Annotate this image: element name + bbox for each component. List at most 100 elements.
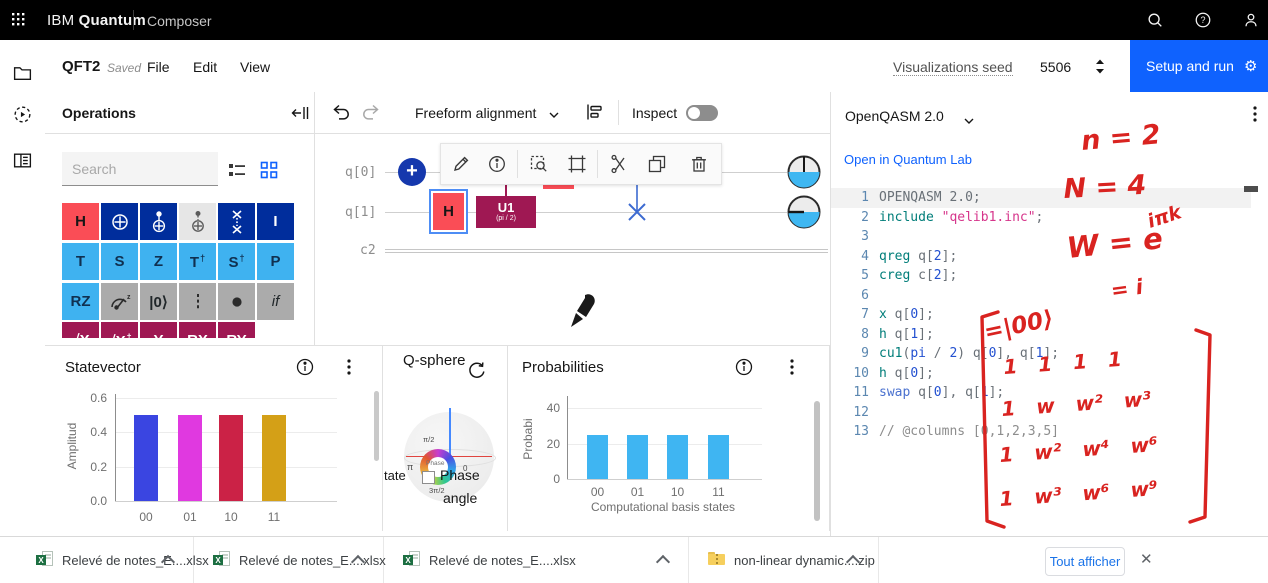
layout-panels-icon[interactable] [12,150,33,176]
code-line-4[interactable]: 4qreg q[2]; [831,247,1251,267]
search-icon[interactable] [1146,11,1164,34]
palette-gate-dot[interactable] [218,283,255,320]
palette-gate-X[interactable]: √X [62,322,99,338]
inspect-toggle[interactable] [686,105,718,121]
palette-gate-meter[interactable]: z [101,283,138,320]
code-line-11[interactable]: 11swap q[0], q[1]; [831,383,1251,403]
download-item[interactable]: non-linear dynamic....zip [688,537,879,583]
code-line-7[interactable]: 7x q[0]; [831,305,1251,325]
jobs-history-icon[interactable] [12,104,33,130]
user-icon[interactable] [1242,11,1260,34]
svg-text:z: z [127,294,131,301]
palette-gate-X[interactable]: √X† [101,322,138,338]
palette-gate-if[interactable]: if [257,283,294,320]
code-line-12[interactable]: 12 [831,403,1251,423]
palette-gate-oplus[interactable] [101,203,138,240]
download-file-name[interactable]: Relevé de notes_E....xlsx [429,553,576,568]
grid-view-icon[interactable] [259,160,279,185]
panel-scrollbar[interactable] [814,401,820,521]
menu-file[interactable]: File [147,59,170,75]
palette-gate-Y[interactable]: Y [140,322,177,338]
code-scrollbar-thumb[interactable] [1244,186,1258,192]
palette-gate-H[interactable]: H [62,203,99,240]
palette-gate-T[interactable]: T [62,243,99,280]
close-downloads-icon[interactable]: ✕ [1140,550,1153,568]
chevron-up-icon[interactable] [656,555,670,569]
code-line-8[interactable]: 8h q[1]; [831,325,1251,345]
y-tick: 40 [536,401,560,415]
info-icon[interactable] [295,357,315,382]
download-item[interactable]: X Relevé de notes_E....xlsx [0,537,194,583]
palette-gate-T[interactable]: T† [179,243,216,280]
redo-icon[interactable] [359,100,383,124]
setup-and-run-button[interactable]: Setup and run ⚙ [1130,40,1268,92]
code-line-13[interactable]: 13// @columns [0,1,2,3,5] [831,422,1251,442]
undo-icon[interactable] [329,100,353,124]
operations-header: Operations [45,92,315,134]
align-gates-icon[interactable] [583,100,607,124]
kebab-menu-icon[interactable] [341,357,357,382]
search-input[interactable] [62,152,218,186]
help-icon[interactable]: ? [1194,11,1212,34]
legend-checkbox[interactable] [422,471,435,484]
palette-gate-ccx[interactable] [179,203,216,240]
x-gate-q0[interactable]: + [398,158,426,186]
rotate-view-icon[interactable] [467,360,487,385]
palette-gate-cx[interactable] [140,203,177,240]
gridline [115,398,337,399]
collapse-panel-icon[interactable] [290,103,310,128]
show-all-downloads-button[interactable]: Tout afficher [1045,547,1125,576]
ibm-quantum-composer-window: IBM Quantum Composer ? QFT2 Saved File E… [0,0,1268,583]
duplicate-icon[interactable] [645,152,669,176]
files-folder-icon[interactable] [12,62,33,88]
info-icon[interactable] [734,357,754,382]
code-line-10[interactable]: 10h q[0]; [831,364,1251,384]
info-icon[interactable] [485,152,509,176]
gridline [567,479,762,480]
download-item[interactable]: X Relevé de notes_E....xlsx [193,537,384,583]
alignment-dropdown[interactable]: Freeform alignment [415,105,536,121]
code-line-1[interactable]: 1OPENQASM 2.0; [831,188,1251,208]
kebab-menu-icon[interactable] [784,357,800,382]
u1-gate-q1[interactable]: U1 (pi / 2) [476,196,536,228]
edit-pencil-icon[interactable] [449,152,473,176]
palette-gate-Z[interactable]: Z [140,243,177,280]
download-item[interactable]: X Relevé de notes_E....xlsx [383,537,689,583]
left-icon-rail [0,92,46,531]
y-tick: 0 [536,472,560,486]
palette-gate-P[interactable]: P [257,243,294,280]
cut-scissors-icon[interactable] [607,152,631,176]
code-line-6[interactable]: 6 [831,286,1251,306]
code-line-2[interactable]: 2include "qelib1.inc"; [831,208,1251,228]
chevron-down-icon[interactable] [548,107,560,125]
h-gate-q1-selected[interactable]: H [433,193,464,230]
delete-trash-icon[interactable] [687,152,711,176]
seed-stepper[interactable] [1094,57,1106,82]
visualizations-seed-label[interactable]: Visualizations seed [893,59,1013,76]
app-switcher-icon[interactable] [12,13,28,34]
palette-gate-RZ[interactable]: RZ [62,283,99,320]
list-view-icon[interactable] [227,160,247,185]
palette-gate-barrier[interactable] [179,283,216,320]
palette-gate-I[interactable]: I [257,203,294,240]
pb-bar-10 [667,435,688,479]
palette-gate-swapx[interactable] [218,203,255,240]
palette-gate-RX[interactable]: RX [179,322,216,338]
zoom-selection-icon[interactable] [527,152,551,176]
download-file-name[interactable]: Relevé de notes_E....xlsx [62,553,209,568]
code-line-3[interactable]: 3 [831,227,1251,247]
code-line-5[interactable]: 5creg c[2]; [831,266,1251,286]
menu-view[interactable]: View [240,59,270,75]
panel-scrollbar[interactable] [374,391,379,461]
transform-selection-icon[interactable] [565,152,589,176]
operations-panel: Operations H I TSZT†S†P RZ z |0⟩ if √X√X†YRXRY [45,92,315,345]
seed-value[interactable]: 5506 [1040,59,1071,75]
menu-edit[interactable]: Edit [193,59,217,75]
palette-gate-RY[interactable]: RY [218,322,255,338]
code-line-9[interactable]: 9cu1(pi / 2) q[0], q[1]; [831,344,1251,364]
palette-gate-0[interactable]: |0⟩ [140,283,177,320]
operations-body: H I TSZT†S†P RZ z |0⟩ if √X√X†YRXRY [45,133,315,338]
palette-gate-S[interactable]: S [101,243,138,280]
code-editor[interactable]: 1OPENQASM 2.0;2include "qelib1.inc";34qr… [831,92,1268,536]
palette-gate-S[interactable]: S† [218,243,255,280]
